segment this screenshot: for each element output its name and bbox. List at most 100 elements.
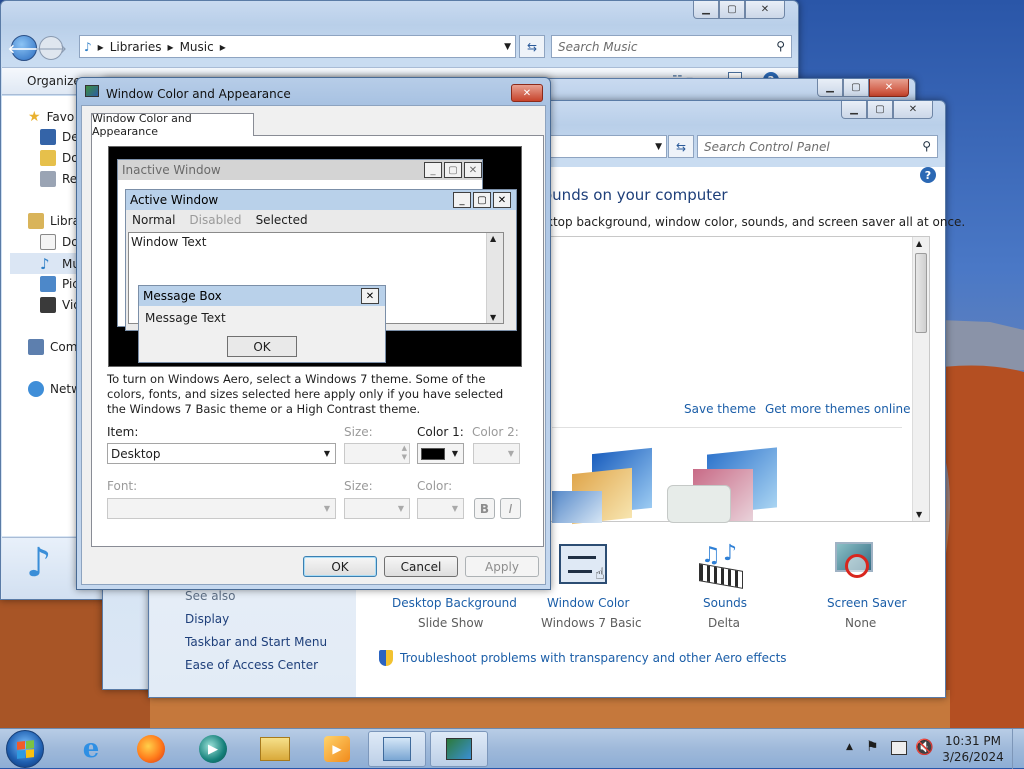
- refresh-icon: ⇆: [526, 39, 538, 54]
- font-color-picker[interactable]: ▼: [417, 498, 464, 519]
- personalization-icon: [446, 738, 472, 760]
- nav-computer[interactable]: Com: [28, 339, 77, 355]
- ok-button[interactable]: OK: [303, 556, 377, 577]
- italic-button[interactable]: I: [500, 498, 521, 519]
- screen-saver-icon[interactable]: [835, 542, 881, 586]
- address-bar[interactable]: ♪ ▸ Libraries ▸ Music ▸ ▼: [79, 35, 516, 58]
- nav-pictures[interactable]: Pic: [40, 276, 79, 292]
- maximize-button[interactable]: ▢: [867, 101, 893, 119]
- side-link-taskbar[interactable]: Taskbar and Start Menu: [185, 635, 327, 649]
- color-label: Color:: [417, 479, 453, 493]
- preview-close-icon: ✕: [361, 288, 379, 304]
- minimize-button[interactable]: ▁: [693, 1, 719, 19]
- taskbar-internet-explorer[interactable]: e: [62, 731, 120, 767]
- preview-ok-button: OK: [227, 336, 297, 357]
- dialog-close-button[interactable]: ✕: [511, 84, 543, 102]
- preview-menubar: Normal Disabled Selected: [132, 213, 308, 227]
- start-button[interactable]: [6, 730, 44, 768]
- close-button[interactable]: ✕: [869, 79, 909, 97]
- back-button[interactable]: 🡐: [8, 35, 40, 61]
- minimize-button[interactable]: ▁: [841, 101, 867, 119]
- theme-scrollbar[interactable]: ▲ ▼: [912, 237, 929, 521]
- desktop-background-link[interactable]: Desktop Background: [392, 596, 517, 610]
- refresh-button[interactable]: ⇆: [668, 135, 694, 158]
- size-spinner[interactable]: ▲ ▼: [344, 443, 410, 464]
- media-player-icon: ▶: [324, 736, 350, 762]
- screen-saver-value: None: [845, 616, 877, 630]
- taskbar-firefox[interactable]: [122, 731, 180, 767]
- get-more-themes-link[interactable]: Get more themes online: [765, 402, 911, 416]
- show-desktop-button[interactable]: [1012, 729, 1024, 769]
- breadcrumb-libraries[interactable]: Libraries: [110, 40, 162, 54]
- cancel-button[interactable]: Cancel: [384, 556, 458, 577]
- nav-music[interactable]: ♪ Mu: [40, 255, 80, 273]
- nav-libraries[interactable]: Libra: [28, 213, 80, 229]
- theme-thumbnail[interactable]: [667, 447, 787, 523]
- taskbar-media-player[interactable]: ▶: [308, 731, 366, 767]
- clock[interactable]: 10:31 PM 3/26/2024: [938, 733, 1008, 765]
- chevron-down-icon[interactable]: ▼: [655, 142, 662, 152]
- maximize-button[interactable]: ▢: [719, 1, 745, 19]
- taskbar-control-panel[interactable]: [368, 731, 426, 767]
- scroll-thumb[interactable]: [915, 253, 927, 333]
- network-status-icon[interactable]: [891, 741, 907, 755]
- chevron-down-icon: ▼: [507, 449, 514, 458]
- taskbar-file-explorer[interactable]: [246, 731, 304, 767]
- tab-panel: Inactive Window _ ▢ ✕ Active Window _ ▢ …: [91, 135, 544, 547]
- organize-button[interactable]: Organize: [27, 74, 81, 88]
- appearance-preview[interactable]: Inactive Window _ ▢ ✕ Active Window _ ▢ …: [108, 146, 522, 367]
- action-center-flag-icon[interactable]: ⚑: [866, 739, 879, 755]
- item-dropdown[interactable]: Desktop ▼: [107, 443, 336, 464]
- window-color-link[interactable]: Window Color: [547, 596, 629, 610]
- forward-button[interactable]: 🡒: [35, 36, 67, 60]
- font-dropdown[interactable]: ▼: [107, 498, 336, 519]
- sounds-value: Delta: [708, 616, 741, 630]
- taskbar-media-center[interactable]: ▶: [184, 731, 242, 767]
- spin-up-icon[interactable]: ▲: [402, 444, 407, 452]
- apply-button[interactable]: Apply: [465, 556, 539, 577]
- side-link-ease-of-access[interactable]: Ease of Access Center: [185, 658, 318, 672]
- refresh-button[interactable]: ⇆: [519, 35, 545, 58]
- close-button[interactable]: ✕: [893, 101, 933, 119]
- window-color-value: Windows 7 Basic: [541, 616, 642, 630]
- troubleshoot-link[interactable]: Troubleshoot problems with transparency …: [400, 651, 787, 665]
- maximize-button[interactable]: ▢: [843, 79, 869, 97]
- scroll-up-icon[interactable]: ▲: [916, 239, 922, 248]
- search-control-panel-input[interactable]: Search Control Panel ⚲: [697, 135, 938, 158]
- preview-minimize-icon: _: [453, 192, 471, 208]
- nav-favorites[interactable]: ★ Favo: [28, 109, 74, 125]
- sounds-link[interactable]: Sounds: [703, 596, 747, 610]
- chevron-down-icon: ▼: [451, 449, 458, 458]
- minimize-button[interactable]: ▁: [817, 79, 843, 97]
- info-text: To turn on Windows Aero, select a Window…: [107, 372, 504, 416]
- theme-divider: [552, 427, 902, 428]
- search-music-input[interactable]: Search Music ⚲: [551, 35, 792, 58]
- forward-arrow-icon: 🡒: [34, 41, 68, 56]
- window-color-icon[interactable]: ☝: [559, 544, 607, 584]
- item-label: Item:: [107, 425, 139, 439]
- nav-videos[interactable]: Vid: [40, 297, 81, 313]
- desktop-icon: [40, 129, 56, 145]
- save-theme-link[interactable]: Save theme: [684, 402, 756, 416]
- volume-muted-icon[interactable]: 🔇: [915, 738, 934, 756]
- font-size-dropdown[interactable]: ▼: [344, 498, 410, 519]
- taskbar-personalization[interactable]: [430, 731, 488, 767]
- show-hidden-icons-icon[interactable]: ▲: [846, 742, 853, 752]
- bold-button[interactable]: B: [474, 498, 495, 519]
- color2-picker[interactable]: ▼: [473, 443, 520, 464]
- color1-picker[interactable]: ▼: [417, 443, 464, 464]
- tab-window-color-appearance[interactable]: Window Color and Appearance: [91, 112, 254, 138]
- screen-saver-link[interactable]: Screen Saver: [827, 596, 906, 610]
- sounds-icon[interactable]: ♫ ♪: [697, 541, 747, 589]
- spin-down-icon[interactable]: ▼: [402, 453, 407, 461]
- side-link-display[interactable]: Display: [185, 612, 229, 626]
- scroll-down-icon[interactable]: ▼: [916, 510, 922, 519]
- libraries-icon: [28, 213, 44, 229]
- chevron-down-icon[interactable]: ▼: [504, 42, 511, 52]
- nav-network[interactable]: Netw: [28, 381, 81, 397]
- help-icon[interactable]: ?: [920, 167, 936, 183]
- close-button[interactable]: ✕: [745, 1, 785, 19]
- theme-thumbnail[interactable]: [552, 447, 652, 525]
- taskbar: e ▶ ▶ ▲ ⚑ 🔇 10:31 PM 3/26/2024: [0, 728, 1024, 769]
- breadcrumb-music[interactable]: Music: [180, 40, 214, 54]
